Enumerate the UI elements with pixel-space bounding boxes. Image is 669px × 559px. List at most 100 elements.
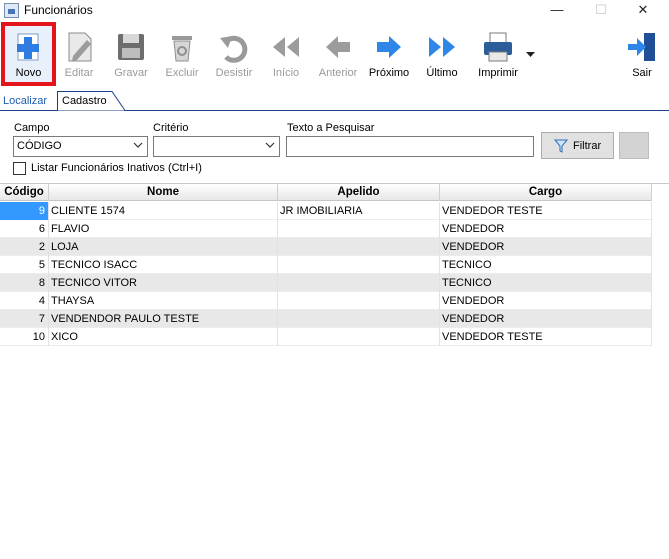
window-title: Funcionários [24,3,93,17]
cell-cargo: TECNICO [440,274,652,292]
column-header-cargo[interactable]: Cargo [440,184,652,201]
maximize-button[interactable]: ☐ [584,0,618,22]
pencil-icon [68,32,92,62]
ultimo-label: Último [426,67,458,79]
table-row[interactable]: 7 VENDENDOR PAULO TESTE VENDEDOR [0,310,652,328]
cell-nome: TECNICO VITOR [49,274,278,292]
minimize-button[interactable]: — [540,0,574,22]
cell-cargo: VENDEDOR TESTE [440,328,652,346]
editar-button[interactable]: Editar [58,22,100,86]
table-row[interactable]: 6 FLAVIO VENDEDOR [0,220,652,238]
cell-nome: FLAVIO [49,220,278,238]
column-header-nome[interactable]: Nome [49,184,278,201]
inicio-label: Início [272,67,300,79]
tab-cadastro-label: Cadastro [62,95,107,107]
desistir-label: Desistir [215,67,253,79]
next-record-icon [377,36,401,58]
tab-bar: Localizar Cadastro [0,91,669,111]
desistir-button[interactable]: Desistir [212,22,256,86]
campo-value: CÓDIGO [17,140,62,152]
novo-label: Novo [15,67,42,79]
ultimo-button[interactable]: Último [421,22,463,86]
first-record-icon [273,37,299,57]
cell-cargo: VENDEDOR [440,238,652,256]
chevron-down-icon [265,142,275,148]
filter-funnel-icon [554,139,568,153]
gravar-label: Gravar [114,67,148,79]
cell-apelido [278,310,440,328]
title-bar: Funcionários — ☐ ✕ [0,0,669,22]
texto-label: Texto a Pesquisar [287,122,375,134]
imprimir-dropdown-icon[interactable] [526,52,535,58]
criterio-label: Critério [153,122,189,134]
cell-codigo: 6 [0,220,49,238]
cell-apelido [278,220,440,238]
sair-button[interactable]: Sair [622,22,662,86]
cell-apelido [278,274,440,292]
cell-codigo: 5 [0,256,49,274]
filtrar-button[interactable]: Filtrar [541,132,614,159]
editar-label: Editar [64,67,94,79]
cell-codigo: 9 [0,202,49,220]
cell-nome: VENDENDOR PAULO TESTE [49,310,278,328]
table-row[interactable]: 9 CLIENTE 1574 JR IMOBILIARIA VENDEDOR T… [0,202,652,220]
tab-localizar[interactable]: Localizar [3,95,47,107]
exit-door-icon [628,33,655,61]
employees-grid: Código Nome Apelido Cargo 9 CLIENTE 1574… [0,183,669,559]
chevron-down-icon [133,142,143,148]
table-row[interactable]: 10 XICO VENDEDOR TESTE [0,328,652,346]
table-row[interactable]: 8 TECNICO VITOR TECNICO [0,274,652,292]
cell-nome: LOJA [49,238,278,256]
extra-button[interactable] [619,132,649,159]
table-row[interactable]: 2 LOJA VENDEDOR [0,238,652,256]
printer-icon [484,32,512,62]
anterior-label: Anterior [318,67,358,79]
cell-codigo: 10 [0,328,49,346]
cell-apelido [278,292,440,310]
last-record-icon [429,37,455,57]
gravar-button[interactable]: Gravar [108,22,154,86]
plus-doc-icon [17,33,39,61]
inactive-checkbox[interactable] [13,162,26,175]
table-row[interactable]: 4 THAYSA VENDEDOR [0,292,652,310]
cell-codigo: 8 [0,274,49,292]
trash-icon [172,36,192,62]
cell-codigo: 7 [0,310,49,328]
cell-apelido: JR IMOBILIARIA [278,202,440,220]
cell-nome: CLIENTE 1574 [49,202,278,220]
column-header-apelido[interactable]: Apelido [278,184,440,201]
cell-cargo: VENDEDOR TESTE [440,202,652,220]
novo-button[interactable]: Novo [1,22,56,86]
previous-record-icon [326,36,350,58]
excluir-button[interactable]: Excluir [160,22,204,86]
proximo-label: Próximo [368,67,410,79]
cell-cargo: VENDEDOR [440,220,652,238]
anterior-button[interactable]: Anterior [316,22,360,86]
campo-label: Campo [14,122,50,134]
cell-nome: THAYSA [49,292,278,310]
toolbar: Novo Editar Gravar Excluir Desistir Iníc… [0,22,669,86]
grid-header: Código Nome Apelido Cargo [0,184,652,201]
cell-apelido [278,256,440,274]
inactive-checkbox-label[interactable]: Listar Funcionários Inativos (Ctrl+I) [31,162,202,174]
excluir-label: Excluir [165,67,199,79]
column-header-codigo[interactable]: Código [0,184,49,201]
floppy-disk-icon [118,34,144,60]
tab-cadastro[interactable]: Cadastro [57,91,127,111]
cell-cargo: VENDEDOR [440,310,652,328]
filtrar-label: Filtrar [573,140,602,152]
app-icon [4,3,19,18]
imprimir-button[interactable]: Imprimir [474,22,522,86]
close-button[interactable]: ✕ [626,0,660,22]
criterio-select[interactable] [153,136,280,157]
campo-select[interactable]: CÓDIGO [13,136,148,157]
inicio-button[interactable]: Início [266,22,306,86]
texto-pesquisar-input[interactable] [286,136,534,157]
imprimir-label: Imprimir [478,67,518,79]
cell-nome: TECNICO ISACC [49,256,278,274]
cell-codigo: 2 [0,238,49,256]
cell-apelido [278,238,440,256]
table-row[interactable]: 5 TECNICO ISACC TECNICO [0,256,652,274]
proximo-button[interactable]: Próximo [367,22,411,86]
cell-apelido [278,328,440,346]
